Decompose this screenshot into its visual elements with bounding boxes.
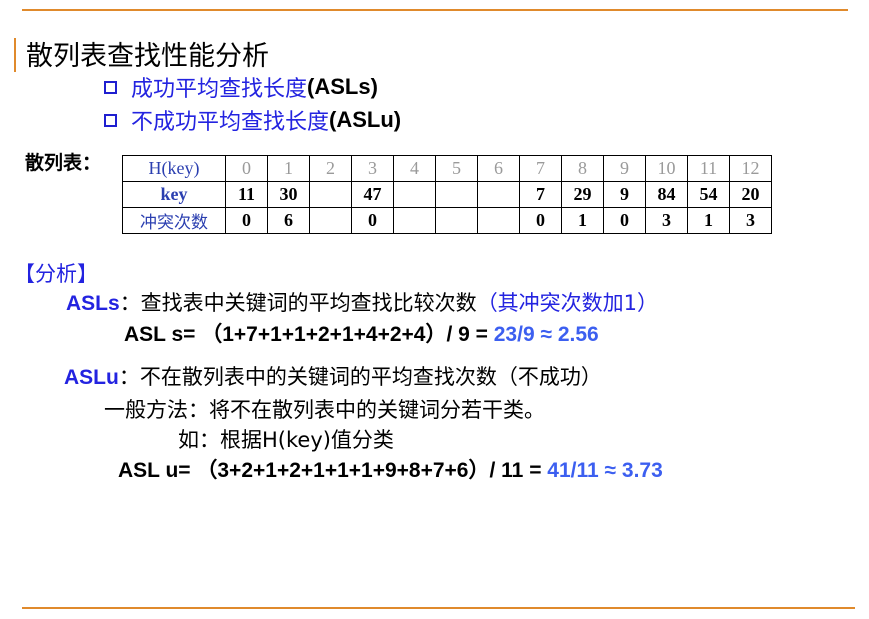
hash-cell: 2 bbox=[309, 155, 352, 182]
hash-cell: 6 bbox=[477, 155, 520, 182]
conflict-cell: 3 bbox=[645, 207, 688, 234]
asls-formula-text: ASL s= （1+7+1+1+2+1+4+2+4）/ 9 = bbox=[124, 323, 494, 346]
row-header: H(key) bbox=[122, 155, 226, 182]
method-line: 一般方法：将不在散列表中的关键词分若干类。 bbox=[104, 398, 545, 422]
aslu-definition: ASLu：不在散列表中的关键词的平均查找次数（不成功） bbox=[64, 361, 602, 391]
bullet-suffix: (ASLu) bbox=[329, 107, 402, 132]
bullet-text: 不成功平均查找长度 bbox=[131, 110, 330, 135]
aslu-formula-text: ASL u= （3+2+1+2+1+1+1+9+8+7+6）/ 11 = bbox=[118, 459, 548, 482]
asls-note: （其冲突次数加1） bbox=[476, 291, 659, 315]
hash-cell: 11 bbox=[687, 155, 730, 182]
example-line: 如：根据H(key)值分类 bbox=[178, 428, 394, 452]
bottom-divider bbox=[22, 607, 855, 609]
analysis-heading: 【分析】 bbox=[14, 262, 98, 286]
key-cell: 11 bbox=[225, 181, 268, 208]
bullet-aslu: 不成功平均查找长度 (ASLu) bbox=[104, 104, 401, 136]
key-cell: 30 bbox=[267, 181, 310, 208]
key-cell: 9 bbox=[603, 181, 646, 208]
table-row-hash: H(key) 0 1 2 3 4 5 6 7 8 9 10 11 12 bbox=[122, 155, 772, 182]
checkbox-bullet-icon bbox=[104, 113, 117, 127]
row-header: key bbox=[122, 181, 226, 208]
table-label: 散列表： bbox=[25, 152, 102, 174]
conflict-cell bbox=[435, 207, 478, 234]
bullet-asls: 成功平均查找长度 (ASLs) bbox=[104, 71, 378, 103]
conflict-cell: 1 bbox=[687, 207, 730, 234]
conflict-cell: 1 bbox=[561, 207, 604, 234]
key-cell bbox=[309, 181, 352, 208]
hash-cell: 1 bbox=[267, 155, 310, 182]
hash-cell: 0 bbox=[225, 155, 268, 182]
key-cell: 20 bbox=[729, 181, 772, 208]
asls-formula: ASL s= （1+7+1+1+2+1+4+2+4）/ 9 = 23/9 ≈ 2… bbox=[124, 318, 599, 348]
key-cell bbox=[435, 181, 478, 208]
aslu-label: ASLu bbox=[64, 366, 119, 389]
key-cell: 54 bbox=[687, 181, 730, 208]
conflict-cell bbox=[309, 207, 352, 234]
checkbox-bullet-icon bbox=[104, 80, 117, 94]
asls-desc: ：查找表中关键词的平均查找比较次数 bbox=[119, 291, 477, 315]
hash-cell: 5 bbox=[435, 155, 478, 182]
key-cell: 29 bbox=[561, 181, 604, 208]
asls-result: 23/9 ≈ 2.56 bbox=[493, 323, 599, 346]
conflict-cell bbox=[393, 207, 436, 234]
table-row-conflicts: 冲突次数 0 6 0 0 1 0 3 1 3 bbox=[122, 207, 772, 234]
bullet-suffix: (ASLs) bbox=[307, 74, 378, 99]
hash-cell: 7 bbox=[519, 155, 562, 182]
key-cell bbox=[477, 181, 520, 208]
key-cell: 84 bbox=[645, 181, 688, 208]
key-cell: 7 bbox=[519, 181, 562, 208]
hash-cell: 10 bbox=[645, 155, 688, 182]
aslu-result: 41/11 ≈ 3.73 bbox=[547, 459, 663, 482]
asls-definition: ASLs：查找表中关键词的平均查找比较次数（其冲突次数加1） bbox=[66, 287, 658, 317]
top-divider bbox=[22, 9, 848, 11]
conflict-cell: 3 bbox=[729, 207, 772, 234]
conflict-cell: 6 bbox=[267, 207, 310, 234]
hash-cell: 12 bbox=[729, 155, 772, 182]
conflict-cell: 0 bbox=[351, 207, 394, 234]
title-accent-bar bbox=[14, 38, 16, 72]
key-cell: 47 bbox=[351, 181, 394, 208]
key-cell bbox=[393, 181, 436, 208]
table-row-key: key 11 30 47 7 29 9 84 54 20 bbox=[122, 181, 772, 208]
hash-cell: 9 bbox=[603, 155, 646, 182]
aslu-desc: ：不在散列表中的关键词的平均查找次数（不成功） bbox=[118, 365, 602, 389]
conflict-cell: 0 bbox=[603, 207, 646, 234]
hash-cell: 8 bbox=[561, 155, 604, 182]
slide-title: 散列表查找性能分析 bbox=[26, 41, 269, 72]
conflict-cell bbox=[477, 207, 520, 234]
conflict-cell: 0 bbox=[519, 207, 562, 234]
conflict-cell: 0 bbox=[225, 207, 268, 234]
aslu-formula: ASL u= （3+2+1+2+1+1+1+9+8+7+6）/ 11 = 41/… bbox=[118, 454, 663, 484]
hash-cell: 4 bbox=[393, 155, 436, 182]
row-header: 冲突次数 bbox=[122, 207, 226, 234]
bullet-text: 成功平均查找长度 bbox=[131, 77, 308, 102]
hash-cell: 3 bbox=[351, 155, 394, 182]
hash-table: H(key) 0 1 2 3 4 5 6 7 8 9 10 11 12 key … bbox=[122, 155, 772, 234]
asls-label: ASLs bbox=[66, 292, 120, 315]
